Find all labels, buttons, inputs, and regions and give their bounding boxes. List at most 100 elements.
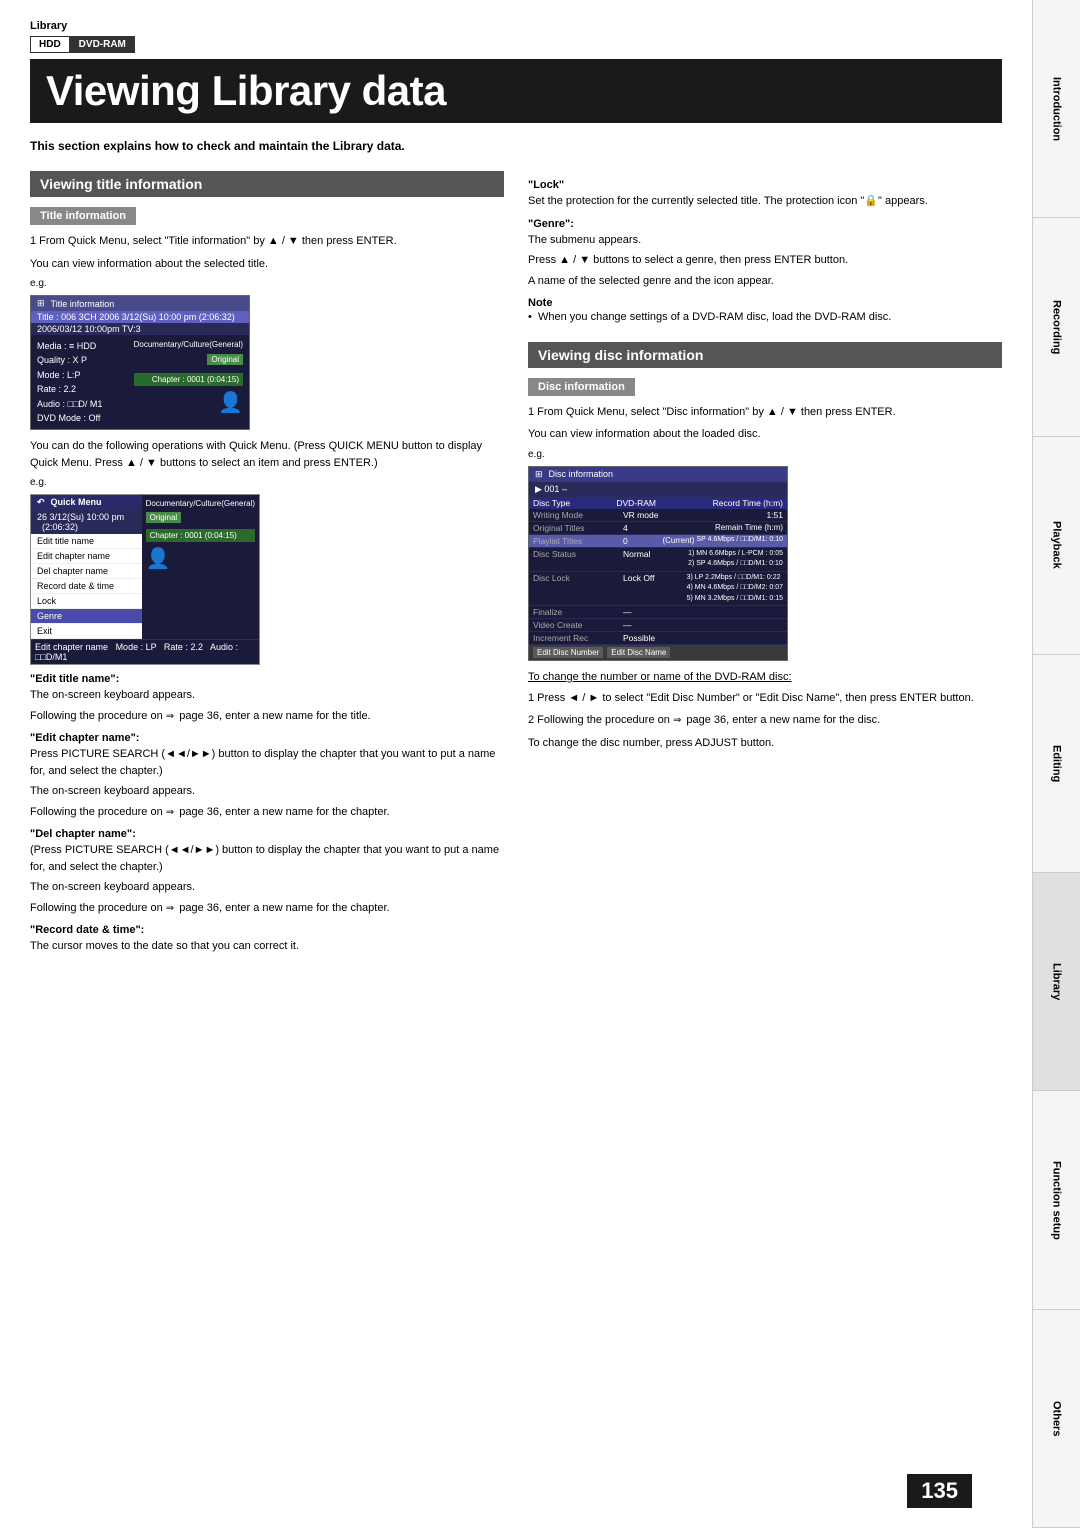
follow-text2: Following the procedure on <box>30 806 163 818</box>
section-header-disc: Viewing disc information <box>528 342 1002 368</box>
screen-row-text: Title : 006 3CH 2006 3/12(Su) 10:00 pm (… <box>37 312 235 322</box>
screen-body: Media : ≡ HDD Quality : X P Mode : L:P R… <box>31 335 249 429</box>
qm-item-3[interactable]: Record date & time <box>31 579 142 594</box>
quality-line: Quality : X P <box>37 353 134 367</box>
di-record-time-label: Record Time (h:m) <box>700 498 783 508</box>
di-header: Disc Type DVD-RAM Record Time (h:m) <box>529 497 787 509</box>
di-title-bar: ⊞ Disc information <box>529 467 787 482</box>
note-title: Note <box>528 297 1002 309</box>
intro-text: This section explains how to check and m… <box>30 139 1002 153</box>
qm-header-row: 2 6 3/12(Su) 10:00 pm (2:06:32) <box>31 510 142 534</box>
qm-item-5[interactable]: Genre <box>31 609 142 624</box>
disc-step-follow2: page 36, enter a new name for the disc. <box>686 714 880 726</box>
sidebar-tab-label-3: Editing <box>1051 745 1063 782</box>
qm-item-1[interactable]: Edit chapter name <box>31 549 142 564</box>
sidebar-tab-recording[interactable]: Recording <box>1033 218 1080 436</box>
note-item: When you change settings of a DVD-RAM di… <box>528 309 1002 326</box>
edit-chapter-name-text: Press PICTURE SEARCH (◄◄/►►) button to d… <box>30 746 504 779</box>
disc-step1-note: You can view information about the loade… <box>528 426 1002 443</box>
di-increment-val: Possible <box>623 633 783 643</box>
disc-info-section: Viewing disc information Disc informatio… <box>528 342 1002 752</box>
sidebar-tab-label-1: Recording <box>1051 300 1063 354</box>
sidebar-tab-others[interactable]: Others <box>1033 1310 1080 1528</box>
di-speed-options: 1) MN 6.6Mbps / L-PCM : 0:05 2) SP 4.6Mb… <box>688 549 783 570</box>
screen-row2: 2006/03/12 10:00pm TV:3 <box>31 323 249 335</box>
di-orig-label: Original Titles <box>533 523 623 533</box>
step1-instruction: 1 From Quick Menu, select "Title informa… <box>30 235 397 247</box>
qm-item-2[interactable]: Del chapter name <box>31 564 142 579</box>
speed-1: 1) MN 6.6Mbps / L-PCM : 0:05 <box>688 549 783 560</box>
audio-line: Audio : □□D/ M1 <box>37 397 134 411</box>
di-playlist-val: 0 <box>623 536 662 546</box>
subsection-header-disc: Disc information <box>528 378 635 396</box>
page-ref-title-text: page 36, enter a new name for the title. <box>179 710 370 722</box>
screen-icon: ⊞ <box>37 298 45 309</box>
sidebar-tab-label-2: Playback <box>1051 521 1063 569</box>
di-writing-mode: Writing Mode VR mode 1:51 <box>529 509 787 522</box>
genre-label: "Genre": <box>528 218 1002 230</box>
qm-screen-bottom-row: Edit chapter name Mode : LP Rate : 2.2 A… <box>31 639 259 664</box>
left-column: Viewing title information Title informat… <box>30 171 504 971</box>
sidebar-tab-label-6: Others <box>1051 1401 1063 1436</box>
sidebar-tab-library[interactable]: Library <box>1033 873 1080 1091</box>
edit-title-name-text: The on-screen keyboard appears. <box>30 687 504 704</box>
sidebar-tab-editing[interactable]: Editing <box>1033 655 1080 873</box>
page-ref-chapter-text: page 36, enter a new name for the chapte… <box>179 806 389 818</box>
sidebar-tab-label-5: Function setup <box>1051 1161 1063 1240</box>
di-disc-status: Disc Status Normal 1) MN 6.6Mbps / L-PCM… <box>529 548 787 572</box>
disc-step-press-text: 1 Press ◄ / ► to select "Edit Disc Numbe… <box>528 692 974 704</box>
person-icon: 👤 <box>134 390 243 415</box>
qm-title: ↶Quick Menu <box>31 495 142 510</box>
disc-step-follow: 2 Following the procedure on page 36, en… <box>528 712 1002 729</box>
page-number: 135 <box>907 1474 972 1508</box>
qm-original: Original <box>146 512 182 523</box>
screen-body-left: Media : ≡ HDD Quality : X P Mode : L:P R… <box>37 339 134 425</box>
qm-category: Documentary/Culture(General) <box>146 499 255 508</box>
qm-right-panel: Documentary/Culture(General) Original Ch… <box>142 495 259 639</box>
del-chapter-name-text3: Following the procedure on page 36, ente… <box>30 900 504 917</box>
qm-item-4[interactable]: Lock <box>31 594 142 609</box>
two-col-layout: Viewing title information Title informat… <box>30 171 1002 971</box>
edit-chapter-name-text2: The on-screen keyboard appears. <box>30 783 504 800</box>
del-chapter-name-label: "Del chapter name": <box>30 828 504 840</box>
qm-chapter-text: Chapter : 0001 (0:04:15) <box>150 531 237 540</box>
qm-item-6[interactable]: Exit <box>31 624 142 639</box>
media-line: Media : ≡ HDD <box>37 339 134 353</box>
edit-disc-number-btn[interactable]: Edit Disc Number <box>533 647 603 658</box>
di-current-label: (Current) <box>662 536 694 546</box>
screen-row2-text: 2006/03/12 10:00pm TV:3 <box>37 324 141 334</box>
eg-label-qm: e.g. <box>30 477 504 488</box>
step1-title: 1 From Quick Menu, select "Title informa… <box>30 233 504 250</box>
screen-body-right: Documentary/Culture(General) Original Ch… <box>134 339 243 425</box>
dvd-ram-note: To change the number or name of the DVD-… <box>528 669 1002 686</box>
qm-left: ↶Quick Menu 2 6 3/12(Su) 10:00 pm (2:06:… <box>31 495 142 639</box>
eg-label-title: e.g. <box>30 278 504 289</box>
right-column: "Lock" Set the protection for the curren… <box>528 171 1002 971</box>
di-writing-label: Writing Mode <box>533 510 623 520</box>
sidebar-tab-introduction[interactable]: Introduction <box>1033 0 1080 218</box>
disc-step-follow-text: 2 Following the procedure on <box>528 714 670 726</box>
page-ref-del <box>166 901 176 916</box>
di-finalize-val: — <box>623 607 783 617</box>
sidebar-tab-playback[interactable]: Playback <box>1033 437 1080 655</box>
di-status-val: Normal <box>623 549 688 570</box>
screen-title-bar: ⊞ Title information <box>31 296 249 311</box>
title-info-screen: ⊞ Title information Title : 006 3CH 2006… <box>30 295 250 430</box>
lock-label: "Lock" <box>528 179 1002 191</box>
speed-3: 3) LP 2.2Mbps / □□D/M1: 0:22 <box>687 573 783 584</box>
edit-disc-name-btn[interactable]: Edit Disc Name <box>607 647 670 658</box>
category-label: Documentary/Culture(General) <box>134 339 243 350</box>
screen-title-text: Title information <box>51 299 115 309</box>
format-badges: HDD DVD-RAM <box>30 36 1002 53</box>
sidebar-tab-function-setup[interactable]: Function setup <box>1033 1091 1080 1309</box>
title-info-section: Viewing title information Title informat… <box>30 171 504 955</box>
screen-header-row: Title : 006 3CH 2006 3/12(Su) 10:00 pm (… <box>31 311 249 323</box>
di-original-titles: Original Titles 4 Remain Time (h:m) <box>529 522 787 535</box>
qm-item-0[interactable]: Edit title name <box>31 534 142 549</box>
di-finalize-label: Finalize <box>533 607 623 617</box>
genre-text3: A name of the selected genre and the ico… <box>528 273 1002 290</box>
page-category: Library <box>30 20 1002 32</box>
badge-hdd: HDD <box>30 36 70 53</box>
di-video-val: — <box>623 620 783 630</box>
di-record-time-val: 1:51 <box>766 510 783 520</box>
